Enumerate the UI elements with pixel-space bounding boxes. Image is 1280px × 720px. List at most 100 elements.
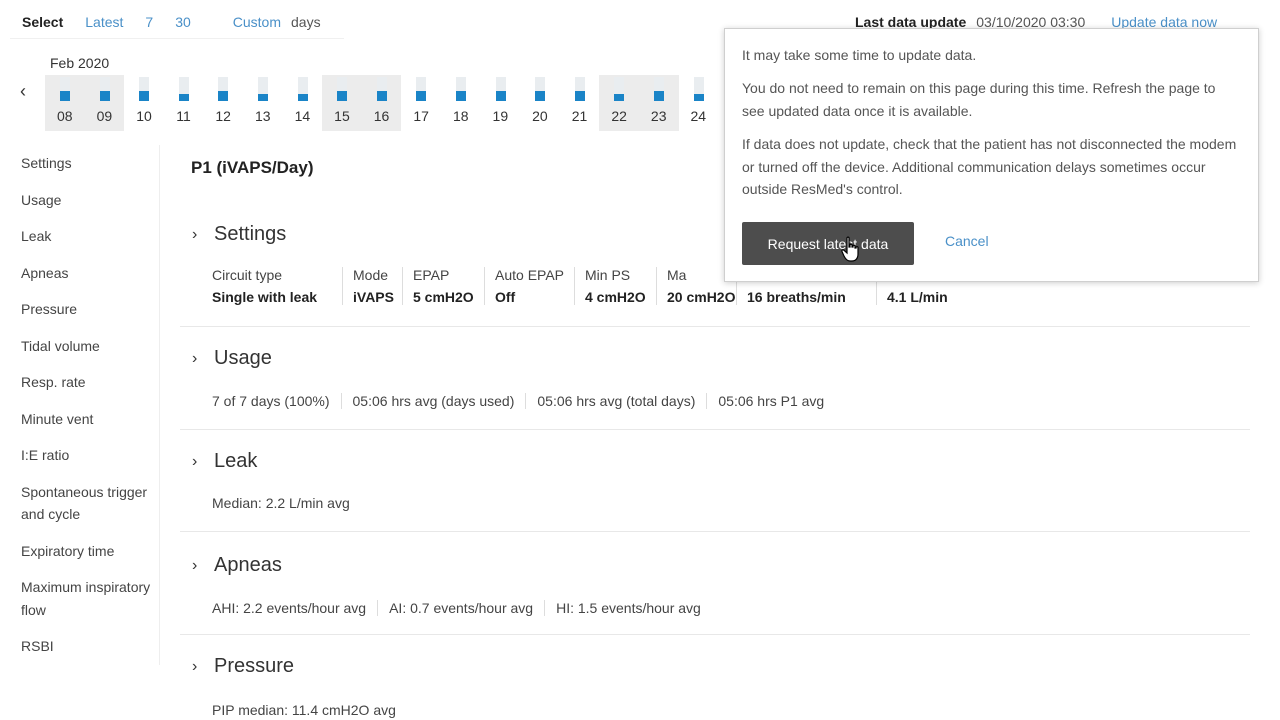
calendar-day-number: 22	[611, 108, 627, 124]
summary-value: 7 of 7 days (100%)	[212, 393, 330, 409]
calendar-day[interactable]: 16	[361, 75, 402, 131]
sidebar-item-rsbi[interactable]: RSBI	[10, 628, 159, 665]
usage-bar	[535, 91, 546, 101]
usage-bar-track	[178, 77, 189, 101]
calendar-day-number: 24	[690, 108, 707, 124]
calendar-day[interactable]: 09	[84, 75, 125, 131]
setting-value: 4 cmH2O	[585, 289, 646, 305]
calendar-day[interactable]: 21	[560, 75, 600, 131]
setting-field: EPAP 5 cmH2O	[402, 267, 484, 305]
calendar-day[interactable]: 19	[481, 75, 521, 131]
setting-label: Auto EPAP	[495, 267, 565, 283]
usage-bar-track	[337, 77, 348, 101]
usage-bar-track	[218, 77, 229, 101]
calendar-day-number: 12	[215, 108, 231, 124]
setting-label: Mode	[353, 267, 389, 283]
sidebar-item-expiratory-time[interactable]: Expiratory time	[10, 533, 159, 570]
chevron-left-icon[interactable]: ‹	[20, 81, 26, 102]
usage-bar	[337, 91, 348, 101]
setting-label: Min PS	[585, 267, 631, 283]
usage-bar	[574, 91, 585, 101]
sidebar-item-spontaneous-trigger-and-cycle[interactable]: Spontaneous trigger and cycle	[10, 474, 159, 533]
seven-days-link[interactable]: 7	[145, 14, 153, 30]
usage-bar	[139, 91, 150, 101]
calendar-day[interactable]: 20	[520, 75, 560, 131]
latest-link[interactable]: Latest	[85, 14, 123, 30]
usage-bar	[376, 91, 387, 101]
calendar-day[interactable]: 22	[599, 75, 639, 131]
usage-bar-track	[60, 77, 70, 101]
calendar-day[interactable]: 17	[401, 75, 441, 131]
sidebar-item-pressure[interactable]: Pressure	[10, 291, 159, 328]
calendar-day[interactable]: 23	[638, 75, 679, 131]
setting-label: Ma	[667, 267, 687, 283]
usage-bar	[495, 91, 506, 101]
calendar-day[interactable]: 08	[45, 75, 85, 131]
usage-bar-track	[297, 77, 308, 101]
setting-label: Circuit type	[212, 267, 283, 283]
calendar-day-number: 19	[492, 108, 509, 124]
usage-bar	[653, 91, 664, 101]
usage-bar-track	[99, 77, 110, 101]
custom-link[interactable]: Custom	[233, 14, 281, 30]
setting-field: Min PS 4 cmH2O	[574, 267, 656, 305]
usage-bar-track	[693, 77, 704, 101]
hand-cursor-icon	[841, 236, 859, 262]
usage-header[interactable]: › Usage	[192, 347, 272, 370]
calendar-day[interactable]: 12	[203, 75, 243, 131]
sidebar-item-resp-rate[interactable]: Resp. rate	[10, 364, 159, 401]
setting-field: Auto EPAP Off	[484, 267, 574, 305]
sidebar-item-tidal-volume[interactable]: Tidal volume	[10, 328, 159, 365]
calendar-day[interactable]: 13	[243, 75, 283, 131]
calendar-days: 08 09 10 11 12 13 14 15 16 17 18 19 20 21 22 23 24	[45, 75, 718, 131]
usage-calendar: Feb 2020 ‹ 08 09 10 11 12 13 14 15 16 17 18 19 20 21 2…	[10, 45, 730, 131]
setting-field: Circuit type Single with leak	[212, 267, 342, 305]
summary-value: HI: 1.5 events/hour avg	[544, 600, 712, 616]
usage-bar-track	[455, 77, 466, 101]
pressure-header[interactable]: › Pressure	[192, 655, 294, 678]
leak-header[interactable]: › Leak	[192, 450, 257, 473]
sidebar-item-minute-vent[interactable]: Minute vent	[10, 401, 159, 438]
settings-header[interactable]: › Settings	[192, 223, 286, 246]
apneas-header[interactable]: › Apneas	[192, 554, 282, 577]
calendar-month: Feb 2020	[50, 55, 110, 71]
date-range-selector: Select Latest 7 30 Custom days	[10, 5, 344, 39]
sidebar-item-maximum-inspiratory-flow[interactable]: Maximum inspiratory flow	[10, 569, 159, 628]
usage-bar-track	[376, 77, 387, 101]
calendar-day[interactable]: 14	[283, 75, 323, 131]
summary-value: Median: 2.2 L/min avg	[212, 495, 350, 511]
select-label: Select	[22, 13, 64, 30]
popup-text-1: It may take some time to update data.	[742, 47, 977, 63]
calendar-day-number: 16	[373, 108, 390, 124]
calendar-day[interactable]: 24	[679, 75, 719, 131]
sidebar-item-leak[interactable]: Leak	[10, 218, 159, 255]
apneas-summary: AHI: 2.2 events/hour avg AI: 0.7 events/h…	[212, 600, 712, 616]
usage-bar	[416, 91, 427, 101]
summary-value: 05:06 hrs avg (days used)	[340, 393, 526, 409]
request-latest-data-button[interactable]: Request latest data	[742, 222, 914, 265]
sidebar-item-i-e-ratio[interactable]: I:E ratio	[10, 437, 159, 474]
thirty-days-link[interactable]: 30	[175, 14, 191, 30]
summary-value: PIP median: 11.4 cmH2O avg	[212, 702, 396, 718]
section-title: Pressure	[214, 655, 295, 677]
sidebar-item-usage[interactable]: Usage	[10, 182, 159, 219]
setting-value: 4.1 L/min	[887, 289, 948, 305]
calendar-day[interactable]: 11	[164, 75, 204, 131]
usage-bar-track	[653, 77, 664, 101]
usage-bar-track	[139, 77, 150, 101]
calendar-day[interactable]: 15	[322, 75, 362, 131]
usage-summary: 7 of 7 days (100%) 05:06 hrs avg (days us…	[212, 393, 835, 409]
usage-bar-track	[535, 77, 546, 101]
calendar-day[interactable]: 10	[124, 75, 164, 131]
calendar-day-number: 13	[254, 108, 271, 124]
leak-summary: Median: 2.2 L/min avg	[212, 495, 361, 511]
section-title: Apneas	[214, 554, 282, 576]
chevron-right-icon: ›	[192, 452, 198, 470]
sidebar-item-apneas[interactable]: Apneas	[10, 255, 159, 292]
calendar-day-number: 08	[57, 108, 73, 124]
chevron-right-icon: ›	[192, 349, 198, 367]
sidebar-item-settings[interactable]: Settings	[10, 145, 159, 182]
section-title: Leak	[214, 450, 258, 472]
cancel-button[interactable]: Cancel	[945, 233, 989, 249]
calendar-day[interactable]: 18	[441, 75, 481, 131]
